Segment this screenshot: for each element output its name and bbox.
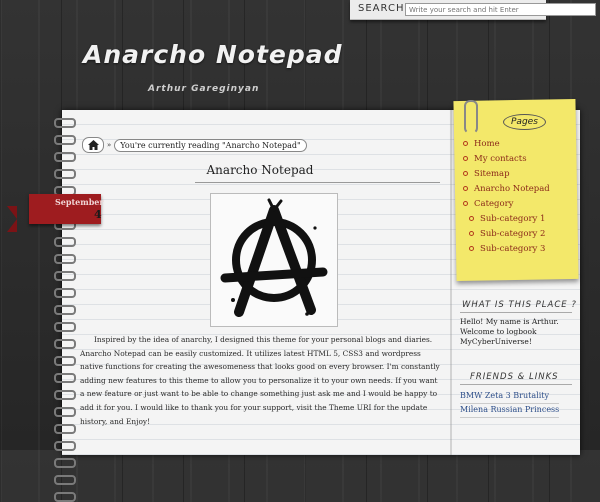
search-bar: SEARCH [350, 0, 596, 20]
anarchy-symbol-icon [220, 198, 328, 317]
page-link-sitemap[interactable]: Sitemap [463, 166, 550, 181]
ribbon-tail [7, 206, 17, 232]
bullet-icon [469, 216, 474, 221]
date-tag: September 4 [7, 194, 104, 232]
breadcrumb: » You're currently reading "Anarcho Note… [82, 137, 307, 153]
page-link-subcategory-2[interactable]: Sub-category 2 [463, 226, 550, 241]
post-title[interactable]: Anarcho Notepad [100, 163, 420, 177]
friend-link-2[interactable]: Milena Russian Princess [460, 405, 560, 418]
bullet-icon [463, 171, 468, 176]
site-title[interactable]: Anarcho Notepad [83, 40, 343, 69]
page-link-category[interactable]: Category [463, 196, 550, 211]
bullet-icon [463, 141, 468, 146]
date-day: 4 [94, 208, 102, 221]
links-heading: FRIENDS & LINKS [470, 372, 559, 382]
title-divider [195, 182, 440, 183]
bullet-icon [469, 231, 474, 236]
page-link-home[interactable]: Home [463, 136, 550, 151]
about-text: Hello! My name is Arthur. Welcome to log… [460, 317, 559, 346]
bullet-icon [469, 246, 474, 251]
page-link-anarcho-notepad[interactable]: Anarcho Notepad [463, 181, 550, 196]
page-link-contacts[interactable]: My contacts [463, 151, 550, 166]
bullet-icon [463, 201, 468, 206]
pages-list: Home My contacts Sitemap Anarcho Notepad… [463, 136, 550, 256]
date-month: September [55, 197, 104, 207]
paperclip-icon [464, 100, 478, 134]
search-input[interactable] [405, 3, 596, 16]
post-body: Inspired by the idea of anarchy, I desig… [80, 335, 440, 426]
links-rule [460, 384, 572, 385]
site-author: Arthur Gareginyan [148, 84, 260, 94]
page-link-subcategory-3[interactable]: Sub-category 3 [463, 241, 550, 256]
home-icon[interactable] [82, 137, 104, 153]
spiral-binding [54, 118, 76, 502]
breadcrumb-separator: » [107, 141, 112, 149]
about-heading: WHAT IS THIS PLACE ? [462, 300, 577, 310]
friend-link-1[interactable]: BMW Zeta 3 Brutality [460, 391, 560, 404]
post-image [210, 193, 338, 327]
column-divider [450, 110, 452, 455]
search-label: SEARCH [358, 3, 405, 14]
pages-label: Pages [503, 114, 546, 130]
bullet-icon [463, 156, 468, 161]
page-link-subcategory-1[interactable]: Sub-category 1 [463, 211, 550, 226]
about-rule [460, 312, 572, 313]
bullet-icon [463, 186, 468, 191]
breadcrumb-current: You're currently reading "Anarcho Notepa… [114, 138, 307, 152]
links-list: BMW Zeta 3 Brutality Milena Russian Prin… [460, 391, 560, 419]
